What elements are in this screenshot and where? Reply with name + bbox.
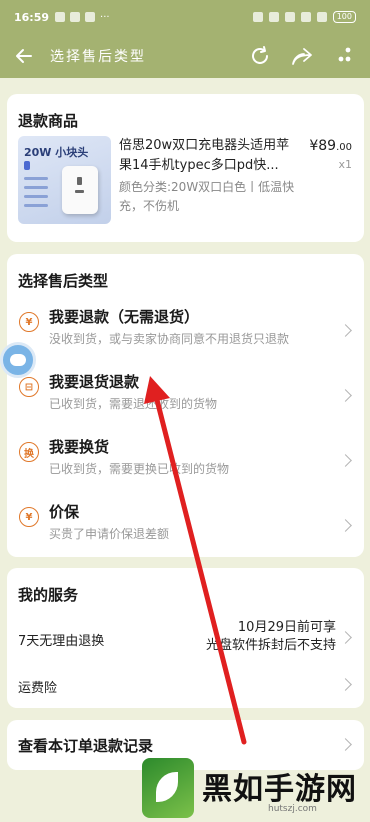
option-description: 已收到货，需要更换已收到的货物	[49, 462, 230, 476]
site-logo	[142, 758, 194, 818]
notification-icon	[85, 11, 96, 22]
header-actions	[246, 42, 358, 70]
product-price: ¥89.00	[309, 138, 352, 154]
option-title: 我要退款（无需退货）	[49, 308, 200, 326]
section-title: 我的服务	[18, 586, 79, 604]
my-services-card: 我的服务 7天无理由退换 10月29日前可享 光盘软件拆封后不支持 运费险	[7, 568, 364, 708]
price-protection-option[interactable]: ¥ 价保 买贵了申请价保退差额	[7, 493, 364, 557]
service-value: 10月29日前可享 光盘软件拆封后不支持	[206, 619, 336, 655]
signal-icon	[284, 12, 295, 22]
section-title: 退款商品	[18, 112, 79, 130]
product-name[interactable]: 倍思20w双口充电器头适用苹果14手机typec多口pd快...	[119, 136, 299, 176]
chevron-right-icon	[339, 519, 352, 532]
status-time: 16:59	[14, 10, 50, 24]
back-button[interactable]	[6, 34, 42, 78]
price-symbol: ¥	[309, 138, 319, 154]
service-value-line: 10月29日前可享	[237, 620, 336, 635]
wifi-icon	[316, 12, 327, 22]
chevron-right-icon	[339, 454, 352, 467]
option-title: 我要换货	[49, 438, 110, 456]
thumbnail-decoration	[24, 204, 48, 207]
page-title: 选择售后类型	[50, 49, 146, 65]
status-bar: 16:59 ··· 100	[0, 0, 370, 34]
status-notification-icons: ···	[55, 11, 110, 23]
exchange-icon: 换	[19, 442, 39, 462]
chevron-right-icon	[339, 678, 352, 691]
chevron-right-icon	[339, 324, 352, 337]
product-spec: 颜色分类:20W双口白色丨低温快充，不伤机	[119, 180, 295, 213]
alarm-icon	[268, 12, 279, 22]
section-title: 选择售后类型	[18, 272, 109, 290]
status-system-icons: 100	[252, 11, 356, 23]
refresh-icon	[252, 46, 268, 64]
service-label: 运费险	[18, 681, 58, 696]
service-value-line: 光盘软件拆封后不支持	[205, 638, 336, 653]
option-description: 没收到货，或与卖家协商同意不用退货只退款	[49, 332, 290, 346]
notification-icon	[70, 11, 81, 22]
watermark-url: hutszj.com	[268, 804, 317, 814]
price-shield-icon: ¥	[19, 507, 39, 527]
option-title: 我要退货退款	[49, 373, 140, 391]
thumbnail-decoration	[24, 186, 48, 189]
chevron-right-icon	[339, 738, 352, 751]
refund-yuan-icon: ¥	[19, 312, 39, 332]
share-button[interactable]	[288, 42, 316, 70]
return-and-refund-option[interactable]: ⊟ 我要退货退款 已收到货，需要退还收到的货物	[7, 363, 364, 427]
mute-icon	[252, 12, 263, 22]
thumbnail-decoration	[24, 177, 48, 180]
more-notifications-icon: ···	[100, 11, 110, 23]
option-description: 已收到货，需要退还收到的货物	[49, 397, 218, 411]
battery-icon: 100	[332, 11, 356, 23]
product-thumbnail[interactable]: 20W 小块头 ​	[18, 136, 111, 224]
thumbnail-tag: ​	[24, 161, 30, 170]
floating-assistant-button[interactable]	[0, 342, 36, 378]
product-quantity: x1	[338, 158, 352, 171]
more-dots-icon	[338, 47, 351, 62]
chevron-right-icon	[339, 631, 352, 644]
share-icon	[292, 48, 312, 65]
after-sale-type-card: 选择售后类型 ¥ 我要退款（无需退货） 没收到货，或与卖家协商同意不用退货只退款…	[7, 254, 364, 557]
thumbnail-decoration	[24, 195, 48, 198]
more-button[interactable]	[330, 42, 358, 70]
refund-only-option[interactable]: ¥ 我要退款（无需退货） 没收到货，或与卖家协商同意不用退货只退款	[7, 298, 364, 362]
package-return-icon: ⊟	[19, 377, 39, 397]
shipping-insurance-row[interactable]: 运费险	[7, 668, 364, 702]
exchange-option[interactable]: 换 我要换货 已收到货，需要更换已收到的货物	[7, 428, 364, 492]
charger-image	[62, 166, 98, 214]
price-main: 89	[318, 138, 337, 154]
arrow-left-icon	[16, 49, 32, 63]
chat-icon	[10, 354, 26, 366]
thumbnail-title: 20W 小块头	[24, 146, 89, 159]
watermark-text: 黑如手游网	[202, 772, 357, 807]
option-description: 买贵了申请价保退差额	[49, 527, 170, 541]
notification-icon	[55, 11, 66, 22]
price-decimal: .00	[336, 142, 352, 153]
page-header: 选择售后类型	[0, 34, 370, 78]
seven-day-return-row[interactable]: 7天无理由退换 10月29日前可享 光盘软件拆封后不支持	[7, 619, 364, 655]
chevron-right-icon	[339, 389, 352, 402]
signal-icon	[300, 12, 311, 22]
refresh-button[interactable]	[246, 42, 274, 70]
service-label: 7天无理由退换	[18, 634, 105, 649]
option-title: 价保	[49, 503, 80, 521]
site-watermark: 黑如手游网 hutszj.com	[120, 752, 370, 822]
refund-product-card: 退款商品 20W 小块头 ​ 倍思20w双口充电器头适用苹果14手机typec多…	[7, 94, 364, 242]
